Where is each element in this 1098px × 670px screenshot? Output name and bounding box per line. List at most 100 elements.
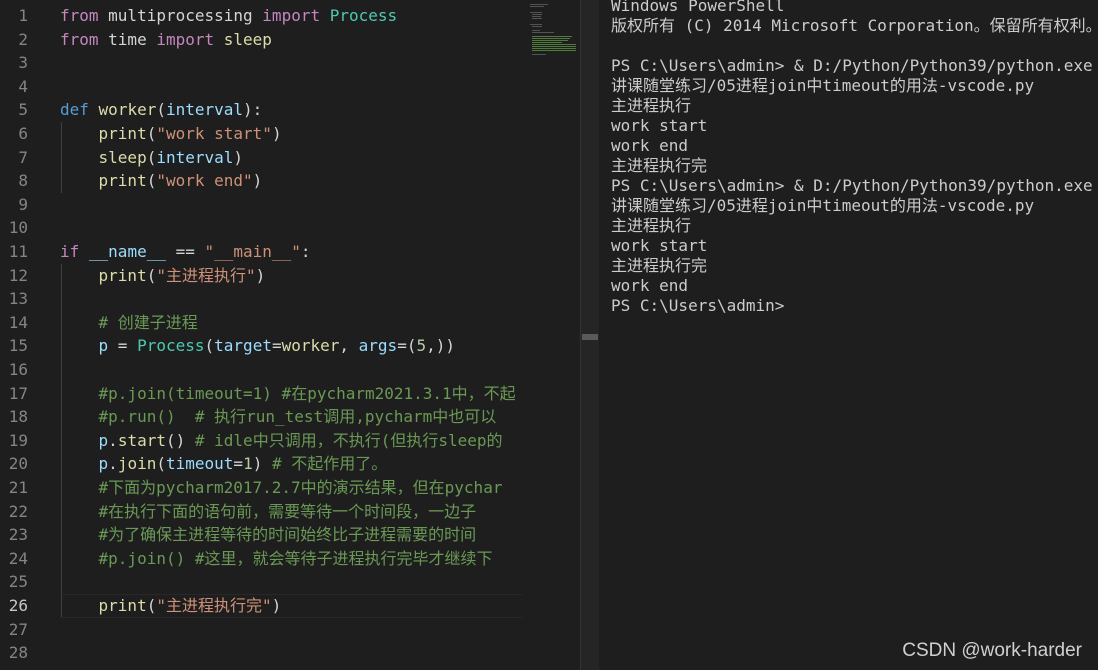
line-number: 17 [8, 383, 28, 403]
code-text: p.join(timeout=1) # 不起作用了。 [60, 452, 388, 476]
line-number: 23 [8, 525, 28, 545]
code-line[interactable]: 21 #下面为pycharm2017.2.7中的演示结果，但在pychar [0, 476, 522, 500]
code-token: ,)) [426, 336, 455, 356]
code-line[interactable]: 12 print("主进程执行") [0, 264, 522, 288]
code-line[interactable]: 19 p.start() # idle中只调用，不执行(但执行sleep的 [0, 429, 522, 453]
code-token: interval [165, 100, 244, 120]
code-token: ( [156, 100, 166, 120]
terminal-line: 版权所有 (C) 2014 Microsoft Corporation。保留所有… [611, 16, 1098, 35]
code-token: start [117, 430, 166, 450]
code-line[interactable]: 9 [0, 193, 522, 217]
code-line[interactable]: 8 print("work end") [0, 169, 522, 193]
terminal-line: 主进程执行 [611, 216, 692, 235]
minimap[interactable] [522, 0, 580, 670]
code-line[interactable]: 17 #p.join(timeout=1) #在pycharm2021.3.1中… [0, 382, 522, 406]
minimap-preview [530, 4, 576, 55]
code-text: p = Process(target=worker, args=(5,)) [60, 334, 455, 358]
line-number: 1 [18, 6, 28, 25]
code-text: #p.join() #这里，就会等待子进程执行完毕才继续下 [60, 547, 493, 571]
code-token: : [300, 242, 311, 261]
terminal-line: 主进程执行完 [611, 256, 708, 275]
code-text: print("主进程执行") [60, 264, 266, 288]
terminal-line: PS C:\Users\admin> & D:/Python/Python39/… [611, 176, 1098, 195]
terminal-line: PS C:\Users\admin> [611, 296, 785, 315]
scrollbar-thumb[interactable] [582, 334, 598, 340]
code-text: #p.run() # 执行run_test调用,pycharm中也可以 [60, 405, 497, 429]
editor-scrollbar[interactable] [580, 0, 599, 670]
code-line[interactable]: 4 [0, 75, 522, 99]
code-line[interactable]: 14 # 创建子进程 [0, 311, 522, 335]
code-token: "work end" [156, 171, 253, 191]
terminal-line: 主进程执行 [611, 96, 692, 115]
code-token: import [156, 29, 215, 49]
line-number: 18 [8, 407, 28, 427]
code-token: interval [156, 147, 234, 167]
code-token: Process [329, 6, 398, 25]
terminal-line: 讲课随堂练习/05进程join中timeout的用法-vscode.py [611, 196, 1035, 215]
code-token: Process [137, 336, 205, 356]
code-line[interactable]: 3 [0, 51, 522, 75]
code-token: "主进程执行" [156, 265, 256, 285]
code-line[interactable]: 24 #p.join() #这里，就会等待子进程执行完毕才继续下 [0, 547, 522, 571]
terminal-line: 讲课随堂练习/05进程join中timeout的用法-vscode.py [611, 76, 1035, 95]
code-token: p [98, 454, 109, 474]
code-editor[interactable]: 1 from multiprocessing import Process 2 fro… [0, 0, 522, 670]
line-number: 3 [18, 53, 28, 73]
code-token: time [98, 29, 157, 49]
code-line[interactable]: 18 #p.run() # 执行run_test调用,pycharm中也可以 [0, 405, 522, 429]
code-token: #p.run() # 执行run_test调用,pycharm中也可以 [98, 407, 497, 427]
terminal-line: work end [611, 136, 689, 155]
code-line[interactable]: 26 print("主进程执行完") [0, 594, 522, 618]
terminal-panel[interactable]: Windows PowerShell 版权所有 (C) 2014 Microsof… [599, 0, 1098, 670]
code-token: # idle中只调用，不执行(但执行sleep的 [194, 430, 503, 450]
line-number: 21 [8, 478, 28, 497]
terminal-line: PS C:\Users\admin> & D:/Python/Python39/… [611, 56, 1098, 75]
code-text: sleep(interval) [60, 146, 244, 170]
code-token: from [60, 29, 99, 49]
code-line[interactable]: 25 [0, 570, 522, 594]
code-token: multiprocessing [98, 6, 263, 25]
code-line[interactable]: 6 print("work start") [0, 122, 522, 146]
code-line[interactable]: 22 #在执行下面的语句前，需要等待一个时间段，一边子 [0, 500, 522, 524]
code-line[interactable]: 13 [0, 287, 522, 311]
code-token: "work start" [156, 124, 272, 143]
code-line[interactable]: 5 def worker(interval): [0, 98, 522, 122]
code-line[interactable]: 10 [0, 216, 522, 240]
code-text: #下面为pycharm2017.2.7中的演示结果，但在pychar [60, 476, 503, 500]
code-token: () [165, 430, 195, 450]
terminal-line: 主进程执行完 [611, 156, 708, 175]
line-number: 2 [18, 29, 28, 49]
code-token: ) [252, 454, 272, 474]
code-line[interactable]: 2 from time import sleep [0, 28, 522, 52]
code-line[interactable]: 11 if __name__ == "__main__": [0, 240, 522, 264]
code-token: print [98, 596, 147, 615]
line-number: 12 [8, 265, 28, 285]
code-line[interactable]: 15 p = Process(target=worker, args=(5,)) [0, 334, 522, 358]
code-token: def [60, 100, 89, 120]
code-line[interactable]: 28 [0, 641, 522, 665]
code-line[interactable]: 20 p.join(timeout=1) # 不起作用了。 [0, 452, 522, 476]
code-line[interactable]: 16 [0, 358, 522, 382]
code-token: , [339, 336, 359, 356]
line-number: 26 [8, 596, 28, 615]
code-token: # 不起作用了。 [271, 454, 388, 474]
code-line[interactable]: 7 sleep(interval) [0, 146, 522, 170]
line-number: 28 [8, 643, 28, 663]
code-text: p.start() # idle中只调用，不执行(但执行sleep的 [60, 429, 503, 453]
code-token: ( [204, 336, 215, 356]
code-text: print("work end") [60, 169, 263, 193]
code-token: "__main__" [204, 242, 301, 261]
code-line[interactable]: 23 #为了确保主进程等待的时间始终比子进程需要的时间 [0, 523, 522, 547]
code-line[interactable]: 27 [0, 618, 522, 642]
code-line[interactable]: 1 from multiprocessing import Process [0, 4, 522, 28]
code-token: "主进程执行完" [156, 596, 272, 615]
code-token: print [98, 124, 147, 143]
code-token: timeout [165, 454, 234, 474]
code-token: #为了确保主进程等待的时间始终比子进程需要的时间 [98, 525, 477, 545]
